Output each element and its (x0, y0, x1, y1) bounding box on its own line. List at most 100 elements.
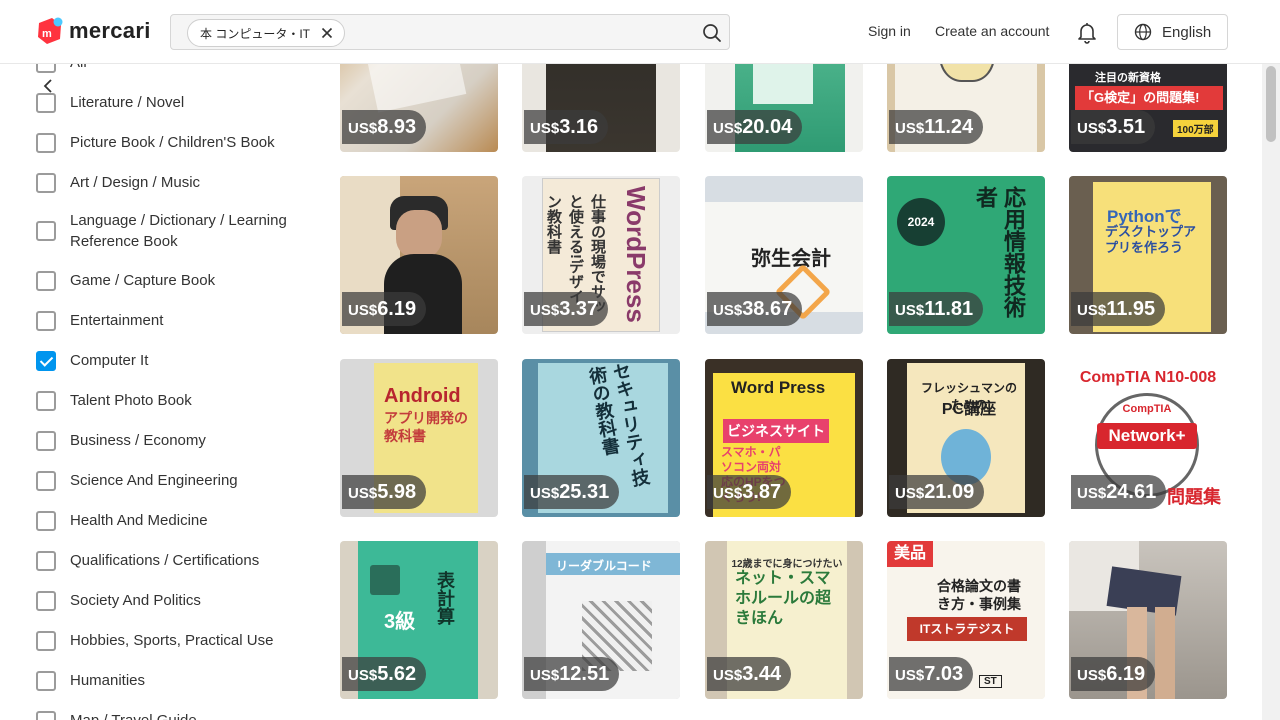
logo-wordmark: mercari (69, 18, 151, 43)
category-item-society[interactable]: Society And Politics (36, 590, 316, 611)
close-icon[interactable] (320, 26, 334, 40)
price-tag: US$ 38.67 (707, 292, 803, 326)
search-filter-chip[interactable]: 本 コンピュータ・IT (187, 19, 345, 47)
category-checkbox[interactable] (36, 550, 56, 571)
product-tile[interactable]: フレッシュマンのための PC講座 US$ 21.09 (887, 359, 1045, 517)
category-checkbox[interactable] (36, 470, 56, 491)
category-item-computer-it[interactable]: Computer It (36, 350, 316, 371)
price-tag: US$ 25.31 (524, 475, 620, 509)
product-tile[interactable]: Android アプリ開発の教科書 US$ 5.98 (340, 359, 498, 517)
cover-text: Android (384, 385, 461, 407)
category-item-health[interactable]: Health And Medicine (36, 510, 316, 531)
category-label: Talent Photo Book (70, 392, 192, 409)
cover-text: ITストラテジスト (907, 617, 1027, 641)
category-item-language[interactable]: Language / Dictionary / Learning Referen… (36, 210, 296, 252)
cover-text: 2024 (897, 198, 945, 246)
category-item-art[interactable]: Art / Design / Music (36, 172, 316, 193)
price-tag: US$ 7.03 (889, 657, 974, 691)
bell-icon[interactable] (1075, 20, 1099, 44)
product-tile[interactable]: Pythonで デスクトップアプリを作ろう US$ 11.95 (1069, 176, 1227, 334)
category-label: Health And Medicine (70, 512, 208, 529)
mercari-logo[interactable]: m mercari (36, 17, 151, 45)
cover-text: 表計算 (435, 571, 455, 625)
cover-text: ST (979, 675, 1002, 688)
create-account-link[interactable]: Create an account (935, 23, 1049, 39)
svg-text:m: m (42, 28, 52, 40)
category-label: Business / Economy (70, 432, 206, 449)
cover-text: 「G検定」の問題集! (1075, 86, 1223, 110)
price-tag: US$ 12.51 (524, 657, 620, 691)
category-item-entertainment[interactable]: Entertainment (36, 310, 316, 331)
cover-text: CompTIA (1122, 403, 1172, 415)
category-checkbox[interactable] (36, 590, 56, 611)
product-tile[interactable]: 美品 合格論文の書き方・事例集 ITストラテジスト ST US$ 7.03 (887, 541, 1045, 699)
category-label: Art / Design / Music (70, 174, 201, 191)
cover-text: 問題集 (1167, 487, 1221, 507)
product-tile[interactable]: 弥生会計 US$ 38.67 (705, 176, 863, 334)
product-tile[interactable]: 2024 応用情報技術者 US$ 11.81 (887, 176, 1045, 334)
price-tag: US$ 5.62 (342, 657, 427, 691)
category-item-humanities[interactable]: Humanities (36, 670, 316, 691)
price-tag: US$ 21.09 (889, 475, 985, 509)
price-tag: US$ 6.19 (342, 292, 427, 326)
category-label: Humanities (70, 672, 146, 689)
product-tile[interactable]: セキュリティ技術の教科書 US$ 25.31 (522, 359, 680, 517)
category-checkbox[interactable] (36, 132, 56, 153)
price-tag: US$ 6.19 (1071, 657, 1156, 691)
category-checkbox[interactable] (36, 64, 56, 73)
product-tile[interactable]: WordPress 仕事の現場でサッと使える!デザイン教科書 US$ 3.37 (522, 176, 680, 334)
category-checkbox[interactable] (36, 510, 56, 531)
price-tag: US$ 24.61 (1071, 475, 1167, 509)
cover-text: ビジネスサイト (723, 419, 829, 443)
category-item-hobbies[interactable]: Hobbies, Sports, Practical Use (36, 630, 316, 651)
language-selector[interactable]: English (1117, 14, 1228, 50)
sign-in-link[interactable]: Sign in (868, 23, 911, 39)
product-tile[interactable]: リーダブルコード US$ 12.51 (522, 541, 680, 699)
product-tile[interactable]: 12歳までに身につけたい ネット・スマホルールの超きほん US$ 3.44 (705, 541, 863, 699)
cover-text: PC講座 (941, 401, 997, 418)
category-item-map[interactable]: Map / Travel Guide (36, 710, 316, 720)
search-bar[interactable]: 本 コンピュータ・IT (170, 14, 730, 50)
category-item-talent-photo[interactable]: Talent Photo Book (36, 390, 316, 411)
product-tile[interactable]: 表計算 3級 US$ 5.62 (340, 541, 498, 699)
category-label: Literature / Novel (70, 94, 185, 111)
category-item-qualifications[interactable]: Qualifications / Certifications (36, 550, 316, 571)
cover-text: Word Press (731, 378, 826, 397)
chevron-left-icon[interactable] (38, 76, 58, 96)
product-tile[interactable]: US$ 6.19 (1069, 541, 1227, 699)
category-item-picture-book[interactable]: Picture Book / Children'S Book (36, 132, 316, 153)
scrollbar-thumb[interactable] (1266, 66, 1276, 142)
category-item-science[interactable]: Science And Engineering (36, 470, 316, 491)
category-checkbox[interactable] (36, 630, 56, 651)
price-tag: US$ 3.51 (1071, 110, 1156, 144)
category-item-business[interactable]: Business / Economy (36, 430, 316, 451)
page-scrollbar[interactable] (1262, 64, 1280, 720)
product-tile[interactable]: US$ 6.19 (340, 176, 498, 334)
category-checkbox[interactable] (36, 221, 56, 241)
price-tag: US$ 3.16 (524, 110, 609, 144)
cover-text: 合格論文の書き方・事例集 (937, 578, 1021, 612)
category-checkbox-checked[interactable] (36, 350, 56, 371)
category-checkbox[interactable] (36, 270, 56, 291)
category-checkbox[interactable] (36, 670, 56, 691)
cover-text: アプリ開発の教科書 (384, 410, 468, 444)
category-checkbox[interactable] (36, 310, 56, 331)
category-item-game[interactable]: Game / Capture Book (36, 270, 316, 291)
category-checkbox[interactable] (36, 172, 56, 193)
category-checkbox[interactable] (36, 430, 56, 451)
category-checkbox[interactable] (36, 710, 56, 720)
cover-text: Network+ (1097, 423, 1197, 449)
search-icon[interactable] (701, 22, 723, 44)
category-checkbox[interactable] (36, 390, 56, 411)
price-tag: US$ 3.37 (524, 292, 609, 326)
cover-text: 応用情報技術者 (973, 186, 1026, 318)
price-tag: US$ 11.24 (889, 110, 984, 144)
product-tile[interactable]: CompTIA N10-008 CompTIA Network+ 問題集 US$… (1069, 359, 1227, 517)
cover-text: 12歳までに身につけたい (731, 559, 843, 570)
cover-text: WordPress (621, 186, 651, 323)
category-item-literature[interactable]: Literature / Novel (36, 92, 316, 113)
category-sidebar: All Literature / Novel Picture Book / Ch… (0, 64, 320, 720)
category-item-all[interactable]: All (36, 64, 316, 73)
product-tile[interactable]: Word Press ビジネスサイト スマホ・パソコン両対応のHPをつくろう! … (705, 359, 863, 517)
cover-text: ネット・スマホルールの超きほん (735, 570, 832, 627)
